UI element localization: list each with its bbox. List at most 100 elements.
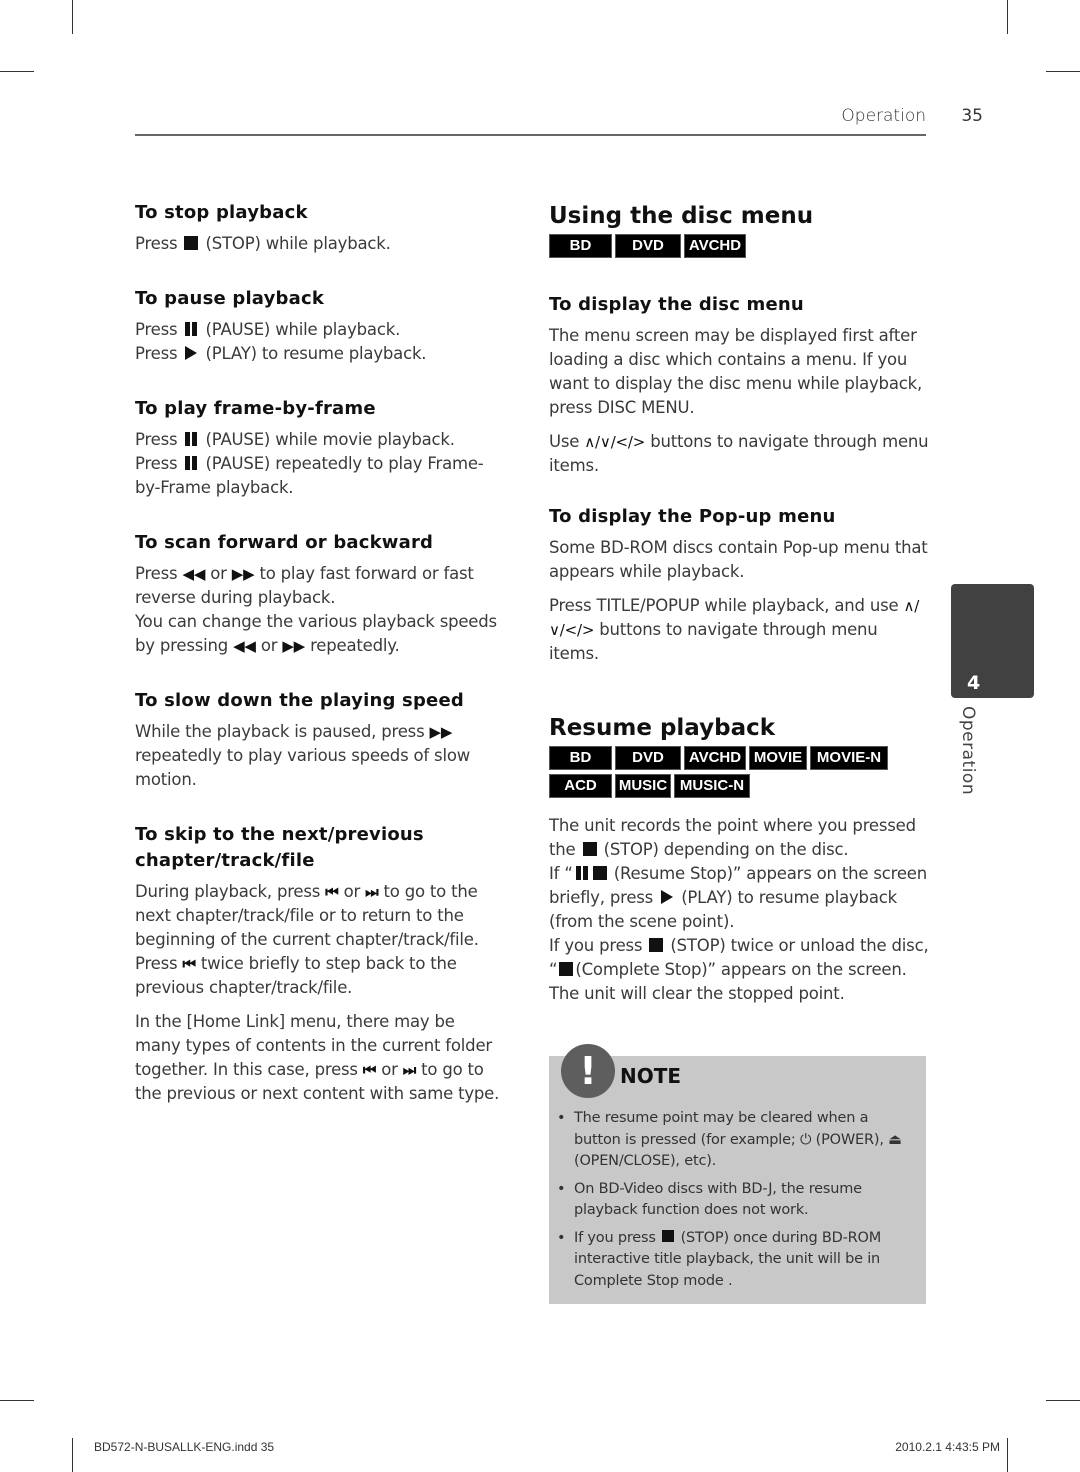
text: (OPEN/CLOSE), etc). xyxy=(574,1153,717,1169)
paragraph: Press ◀◀ or ▶▶ to play fast forward or f… xyxy=(135,562,505,658)
page-number: 35 xyxy=(961,106,983,126)
skip-previous-icon: ⏮ xyxy=(362,1061,377,1079)
resume-playback-section: Resume playback BD DVD AVCHD MOVIE MOVIE… xyxy=(549,712,929,1006)
text: (STOP) depending on the disc. xyxy=(603,840,849,859)
badge-dvd: DVD xyxy=(615,746,681,770)
text: Press xyxy=(135,344,178,363)
section-title: Operation xyxy=(841,106,926,126)
paragraph: Press TITLE/POPUP while playback, and us… xyxy=(549,594,929,666)
text: Use xyxy=(549,432,580,451)
list-item: • On BD-Video discs with BD-J, the resum… xyxy=(557,1179,917,1222)
disc-type-badges: BD DVD AVCHD MOVIE MOVIE-N ACD MUSIC MUS… xyxy=(549,746,929,798)
section-heading: To display the Pop-up menu xyxy=(549,506,836,527)
header-rule xyxy=(135,134,926,136)
stop-icon xyxy=(559,961,574,976)
text: Press xyxy=(135,430,178,449)
pause-icon xyxy=(184,455,198,470)
scan-section: To scan forward or backward Press ◀◀ or … xyxy=(135,530,505,658)
skip-previous-icon: ⏮ xyxy=(325,883,339,901)
text: or xyxy=(381,1060,398,1079)
pause-icon xyxy=(575,865,589,880)
skip-section: To skip to the next/previous chapter/tra… xyxy=(135,822,505,1106)
note-list: • The resume point may be cleared when a… xyxy=(557,1108,917,1298)
power-icon: ⏻ xyxy=(799,1131,812,1148)
badge-bd: BD xyxy=(549,746,612,770)
fast-forward-icon: ▶▶ xyxy=(231,565,255,583)
text: If you press xyxy=(549,936,643,955)
pause-icon xyxy=(184,321,198,336)
page-header: Operation 35 xyxy=(135,100,985,140)
stop-icon xyxy=(582,841,597,856)
rewind-icon: ◀◀ xyxy=(233,637,256,655)
section-heading: To scan forward or backward xyxy=(135,532,434,553)
badge-avchd: AVCHD xyxy=(684,234,746,258)
badge-bd: BD xyxy=(549,234,612,258)
note-title: NOTE xyxy=(620,1064,682,1088)
paragraph: In the [Home Link] menu, there may be ma… xyxy=(135,1010,505,1106)
chapter-label: Operation xyxy=(958,706,978,796)
skip-previous-icon: ⏮ xyxy=(182,955,196,973)
text: Press xyxy=(135,954,178,973)
display-disc-menu-section: To display the disc menu The menu screen… xyxy=(549,292,929,478)
crop-mark xyxy=(72,1438,73,1472)
text: or xyxy=(343,882,361,901)
stop-icon xyxy=(649,937,664,952)
section-heading: To play frame-by-frame xyxy=(135,398,376,419)
paragraph: Press (STOP) while playback. xyxy=(135,232,505,256)
crop-mark xyxy=(1007,0,1008,34)
text: If “ xyxy=(549,864,573,883)
paragraph: While the playback is paused, press ▶▶ r… xyxy=(135,720,505,792)
badge-avchd: AVCHD xyxy=(684,746,746,770)
pause-icon xyxy=(184,431,198,446)
text: If you press xyxy=(574,1229,656,1246)
pause-playback-section: To pause playback Press (PAUSE) while pl… xyxy=(135,286,505,366)
section-heading: To slow down the playing speed xyxy=(135,690,464,711)
text: Press xyxy=(135,454,178,473)
disc-menu-title: Using the disc menu xyxy=(549,203,814,229)
text: (PLAY) to resume playback. xyxy=(205,344,427,363)
text: Press TITLE/POPUP while playback, and us… xyxy=(549,596,899,615)
text: Press xyxy=(135,320,178,339)
slow-speed-section: To slow down the playing speed While the… xyxy=(135,688,505,792)
text: Press xyxy=(135,564,178,583)
stop-icon xyxy=(592,865,607,880)
paragraph: Some BD-ROM discs contain Pop-up menu th… xyxy=(549,538,928,581)
list-item: • If you press (STOP) once during BD-ROM… xyxy=(557,1228,917,1293)
paragraph: During playback, press ⏮ or ⏭ to go to t… xyxy=(135,880,505,1000)
exclamation-glyph: ! xyxy=(579,1049,597,1093)
stop-icon xyxy=(662,1229,675,1242)
eject-icon: ⏏ xyxy=(888,1131,902,1148)
text: (PAUSE) while movie playback. xyxy=(205,430,456,449)
text: buttons to navigate through menu items. xyxy=(549,620,878,663)
bullet: • xyxy=(557,1110,566,1126)
crop-mark xyxy=(1046,1400,1080,1401)
fast-forward-icon: ▶▶ xyxy=(282,637,306,655)
crop-mark xyxy=(1007,1438,1008,1472)
badge-acd: ACD xyxy=(549,774,612,798)
text: While the playback is paused, press xyxy=(135,722,425,741)
skip-next-icon: ⏭ xyxy=(402,1061,417,1079)
crop-mark xyxy=(0,1400,34,1401)
disc-type-badges: BD DVD AVCHD xyxy=(549,234,929,258)
chapter-number: 4 xyxy=(967,672,981,694)
paragraph: Press (PAUSE) while movie playback. Pres… xyxy=(135,428,505,500)
footer-timestamp: 2010.2.1 4:43:5 PM xyxy=(895,1440,1000,1454)
resume-title: Resume playback xyxy=(549,715,776,741)
paragraph: Press (PAUSE) while playback. Press (PLA… xyxy=(135,318,505,366)
play-icon xyxy=(185,345,198,360)
section-heading: To stop playback xyxy=(135,202,308,223)
badge-dvd: DVD xyxy=(615,234,681,258)
badge-music: MUSIC xyxy=(615,774,671,798)
popup-menu-section: To display the Pop-up menu Some BD-ROM d… xyxy=(549,504,929,666)
stop-icon xyxy=(184,235,199,250)
list-item: • The resume point may be cleared when a… xyxy=(557,1108,917,1173)
section-heading: To pause playback xyxy=(135,288,325,309)
right-column: Using the disc menu BD DVD AVCHD To disp… xyxy=(549,200,929,1006)
fast-forward-icon: ▶▶ xyxy=(429,723,453,741)
section-heading: To display the disc menu xyxy=(549,294,804,315)
stop-playback-section: To stop playback Press (STOP) while play… xyxy=(135,200,505,256)
play-icon xyxy=(661,889,674,904)
bullet: • xyxy=(557,1229,566,1246)
frame-by-frame-section: To play frame-by-frame Press (PAUSE) whi… xyxy=(135,396,505,500)
text: (POWER), xyxy=(815,1131,884,1148)
